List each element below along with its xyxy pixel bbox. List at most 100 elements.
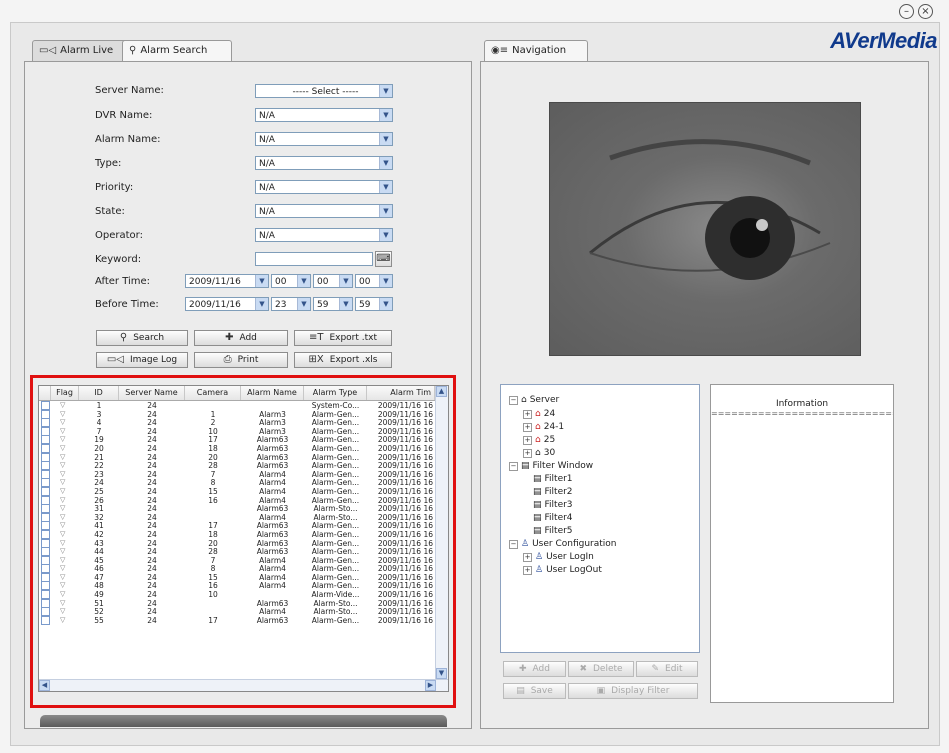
chevron-down-icon: ▼ bbox=[379, 85, 392, 97]
information-title: Information bbox=[775, 399, 829, 409]
operator-label: Operator: bbox=[95, 230, 143, 241]
after-minute-select[interactable]: 00 ▼ bbox=[313, 274, 353, 288]
before-minute-select[interactable]: 59 ▼ bbox=[313, 297, 353, 311]
tree-server-label: Server bbox=[529, 395, 560, 405]
keyword-input[interactable] bbox=[255, 252, 373, 266]
before-hour-value: 23 bbox=[275, 300, 287, 310]
before-date-value: 2009/11/16 bbox=[189, 300, 241, 310]
expand-icon: + bbox=[523, 422, 532, 432]
after-hour-select[interactable]: 00 ▼ bbox=[271, 274, 311, 288]
operator-select[interactable]: N/A ▼ bbox=[255, 228, 393, 242]
navigation-icon: ◉≡ bbox=[491, 45, 509, 56]
before-second-select[interactable]: 59 ▼ bbox=[355, 297, 393, 311]
tree-dvr-24-label: 24 bbox=[543, 409, 556, 419]
alarm-name-select[interactable]: N/A ▼ bbox=[255, 132, 393, 146]
tree-filter5[interactable]: ▤ Filter5 bbox=[533, 526, 573, 536]
after-date-picker[interactable]: 2009/11/16 ▼ bbox=[185, 274, 269, 288]
nav-edit-button[interactable]: ✎ Edit bbox=[636, 661, 698, 677]
tree-user-logout[interactable]: + ♙ User LogOut bbox=[523, 565, 602, 575]
priority-value: N/A bbox=[259, 183, 275, 193]
tree-filter3[interactable]: ▤ Filter3 bbox=[533, 500, 573, 510]
display-filter-button[interactable]: ▣ Display Filter bbox=[568, 683, 698, 699]
keyboard-button[interactable]: ⌨ bbox=[375, 251, 392, 267]
before-time-label: Before Time: bbox=[95, 299, 159, 310]
information-rule: ================================ bbox=[711, 409, 893, 418]
nav-save-button[interactable]: ▤ Save bbox=[503, 683, 566, 699]
tree-filter5-label: Filter5 bbox=[544, 526, 573, 536]
tree-dvr-24-1[interactable]: + ⌂ 24-1 bbox=[523, 422, 564, 432]
search-button[interactable]: ⚲ Search bbox=[96, 330, 188, 346]
tree-user-logout-label: User LogOut bbox=[546, 565, 602, 575]
export-xls-button[interactable]: ⊞X Export .xls bbox=[294, 352, 392, 368]
tree-filter3-label: Filter3 bbox=[544, 500, 573, 510]
user-icon: ♙ bbox=[535, 565, 544, 575]
nav-delete-button[interactable]: ✖ Delete bbox=[568, 661, 634, 677]
chevron-down-icon: ▼ bbox=[379, 229, 392, 241]
priority-select[interactable]: N/A ▼ bbox=[255, 180, 393, 194]
tab-alarm-live-label: Alarm Live bbox=[60, 45, 114, 56]
chevron-down-icon: ▼ bbox=[297, 298, 310, 310]
tree-dvr-25-label: 25 bbox=[543, 435, 556, 445]
add-button-label: Add bbox=[239, 333, 257, 343]
close-button[interactable]: × bbox=[918, 4, 933, 19]
text-file-icon: ≡T bbox=[308, 332, 324, 343]
window-icon: ▤ bbox=[533, 487, 542, 497]
expand-icon: + bbox=[523, 552, 532, 562]
chevron-down-icon: ▼ bbox=[339, 275, 352, 287]
search-icon: ⚲ bbox=[119, 332, 128, 343]
tree-filter2-label: Filter2 bbox=[544, 487, 573, 497]
chevron-down-icon: ▼ bbox=[379, 181, 392, 193]
minimize-button[interactable]: – bbox=[899, 4, 914, 19]
navigation-tree[interactable]: − ⌂ Server + ⌂ 24 + ⌂ 24-1 + ⌂ 25 + ⌂ 30 − ▤ Filter … bbox=[500, 384, 700, 653]
state-label: State: bbox=[95, 206, 125, 217]
nav-add-label: Add bbox=[532, 664, 550, 674]
tab-alarm-live[interactable]: ▭◁ Alarm Live bbox=[32, 40, 128, 61]
type-select[interactable]: N/A ▼ bbox=[255, 156, 393, 170]
chevron-down-icon: ▼ bbox=[255, 298, 268, 310]
after-second-value: 00 bbox=[359, 277, 371, 287]
keyboard-icon: ⌨ bbox=[376, 253, 391, 264]
tree-filter-window[interactable]: − ▤ Filter Window bbox=[509, 461, 593, 471]
tree-dvr-30[interactable]: + ⌂ 30 bbox=[523, 448, 555, 458]
alarm-name-label: Alarm Name: bbox=[95, 134, 161, 145]
nav-add-button[interactable]: ✚ Add bbox=[503, 661, 566, 677]
tree-filter2[interactable]: ▤ Filter2 bbox=[533, 487, 573, 497]
before-date-picker[interactable]: 2009/11/16 ▼ bbox=[185, 297, 269, 311]
print-button[interactable]: ⎙ Print bbox=[194, 352, 288, 368]
tab-alarm-search[interactable]: ⚲ Alarm Search bbox=[122, 40, 232, 61]
tree-user-login[interactable]: + ♙ User LogIn bbox=[523, 552, 594, 562]
tree-user-configuration-label: User Configuration bbox=[532, 539, 617, 549]
tree-dvr-30-label: 30 bbox=[543, 448, 556, 458]
dvr-icon: ⌂ bbox=[535, 435, 541, 445]
spreadsheet-icon: ⊞X bbox=[308, 354, 324, 365]
tab-navigation[interactable]: ◉≡ Navigation bbox=[484, 40, 588, 61]
printer-icon: ⎙ bbox=[223, 354, 232, 365]
tree-user-configuration[interactable]: − ♙ User Configuration bbox=[509, 539, 617, 549]
state-select[interactable]: N/A ▼ bbox=[255, 204, 393, 218]
chevron-down-icon: ▼ bbox=[379, 275, 392, 287]
chevron-down-icon: ▼ bbox=[379, 133, 392, 145]
server-name-select[interactable]: ----- Select ----- ▼ bbox=[255, 84, 393, 98]
collapse-icon: − bbox=[509, 461, 518, 471]
save-icon: ▤ bbox=[516, 686, 525, 696]
before-hour-select[interactable]: 23 ▼ bbox=[271, 297, 311, 311]
tree-filter4-label: Filter4 bbox=[544, 513, 573, 523]
add-button[interactable]: ✚ Add bbox=[194, 330, 288, 346]
export-xls-label: Export .xls bbox=[329, 355, 378, 365]
tree-dvr-24[interactable]: + ⌂ 24 bbox=[523, 409, 555, 419]
nav-edit-label: Edit bbox=[665, 664, 683, 674]
before-minute-value: 59 bbox=[317, 300, 329, 310]
dvr-name-select[interactable]: N/A ▼ bbox=[255, 108, 393, 122]
plus-icon: ✚ bbox=[519, 664, 527, 674]
after-second-select[interactable]: 00 ▼ bbox=[355, 274, 393, 288]
image-log-button[interactable]: ▭◁ Image Log bbox=[96, 352, 188, 368]
chevron-down-icon: ▼ bbox=[297, 275, 310, 287]
alarm-live-icon: ▭◁ bbox=[39, 45, 57, 56]
tree-filter1[interactable]: ▤ Filter1 bbox=[533, 474, 573, 484]
nav-save-label: Save bbox=[530, 686, 553, 696]
export-txt-button[interactable]: ≡T Export .txt bbox=[294, 330, 392, 346]
tree-filter4[interactable]: ▤ Filter4 bbox=[533, 513, 573, 523]
tree-dvr-25[interactable]: + ⌂ 25 bbox=[523, 435, 555, 445]
expand-icon: + bbox=[523, 448, 532, 458]
tree-server[interactable]: − ⌂ Server bbox=[509, 395, 559, 405]
